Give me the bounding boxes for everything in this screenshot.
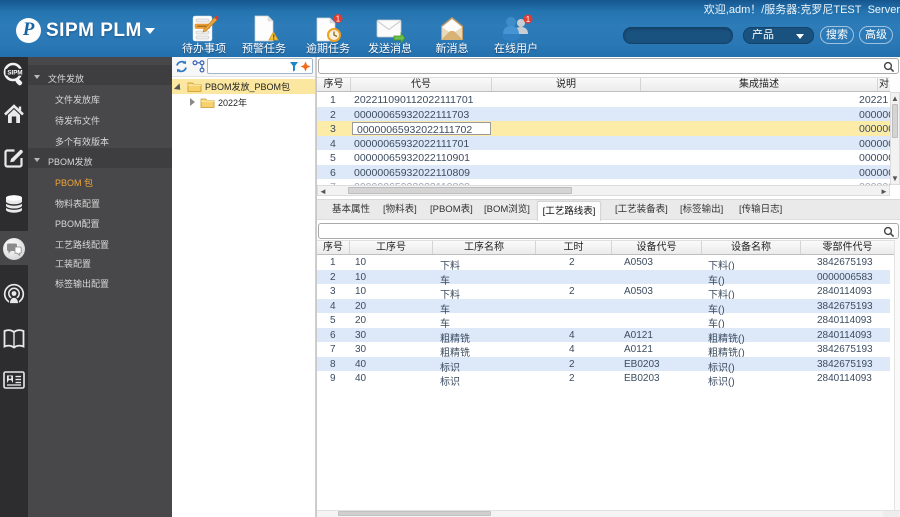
svg-text:SIPM: SIPM — [7, 69, 22, 76]
svg-text:1: 1 — [526, 15, 531, 24]
svg-text:1: 1 — [336, 15, 341, 24]
